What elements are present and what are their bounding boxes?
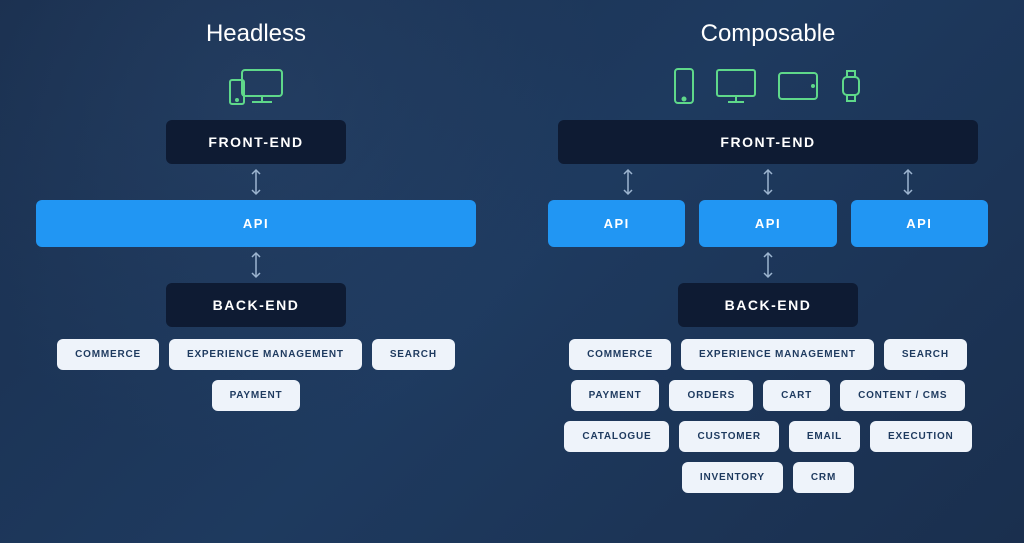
service-pill: SEARCH <box>372 339 455 370</box>
bidirectional-arrow-icon <box>758 249 778 281</box>
composable-title: Composable <box>701 20 836 48</box>
bidirectional-arrow-icon <box>246 166 266 198</box>
bidirectional-arrow-icon <box>618 166 638 198</box>
bidirectional-arrow-icon <box>758 166 778 198</box>
composable-device-icons <box>672 66 864 106</box>
service-pill: INVENTORY <box>682 462 783 493</box>
headless-title: Headless <box>206 20 306 48</box>
phone-icon <box>672 67 696 105</box>
arrow <box>246 164 266 200</box>
service-pill: EXPERIENCE MANAGEMENT <box>681 339 874 370</box>
service-pill: EMAIL <box>789 421 860 452</box>
composable-column: Composable FRONT-END <box>542 20 994 523</box>
bidirectional-arrow-icon <box>898 166 918 198</box>
headless-backend-box: BACK-END <box>166 283 346 327</box>
composable-backend-box: BACK-END <box>678 283 858 327</box>
composable-api-box: API <box>699 200 836 247</box>
diagram-container: Headless FRONT-END API <box>0 0 1024 543</box>
headless-column: Headless FRONT-END API <box>30 20 482 523</box>
composable-api-row: API API API <box>548 200 988 247</box>
service-pill: ORDERS <box>669 380 753 411</box>
arrow <box>246 247 266 283</box>
service-pill: SEARCH <box>884 339 967 370</box>
tablet-icon <box>776 70 820 102</box>
service-pill: CATALOGUE <box>564 421 669 452</box>
arrow <box>758 247 778 283</box>
desktop-mobile-icon <box>228 66 284 106</box>
monitor-icon <box>714 67 758 105</box>
arrow-row <box>558 164 978 200</box>
headless-api-box: API <box>36 200 476 247</box>
service-pill: COMMERCE <box>569 339 671 370</box>
service-pill: PAYMENT <box>571 380 660 411</box>
service-pill: EXPERIENCE MANAGEMENT <box>169 339 362 370</box>
service-pill: CART <box>763 380 830 411</box>
bidirectional-arrow-icon <box>246 249 266 281</box>
service-pill: COMMERCE <box>57 339 159 370</box>
composable-frontend-box: FRONT-END <box>558 120 978 164</box>
service-pill: PAYMENT <box>212 380 301 411</box>
headless-device-icons <box>228 66 284 106</box>
service-pill: CRM <box>793 462 854 493</box>
service-pill: CONTENT / CMS <box>840 380 965 411</box>
watch-icon <box>838 67 864 105</box>
composable-api-box: API <box>548 200 685 247</box>
headless-frontend-box: FRONT-END <box>166 120 346 164</box>
service-pill: EXECUTION <box>870 421 972 452</box>
composable-api-box: API <box>851 200 988 247</box>
headless-services: COMMERCE EXPERIENCE MANAGEMENT SEARCH PA… <box>30 339 482 411</box>
service-pill: CUSTOMER <box>679 421 778 452</box>
composable-services: COMMERCE EXPERIENCE MANAGEMENT SEARCH PA… <box>542 339 994 493</box>
